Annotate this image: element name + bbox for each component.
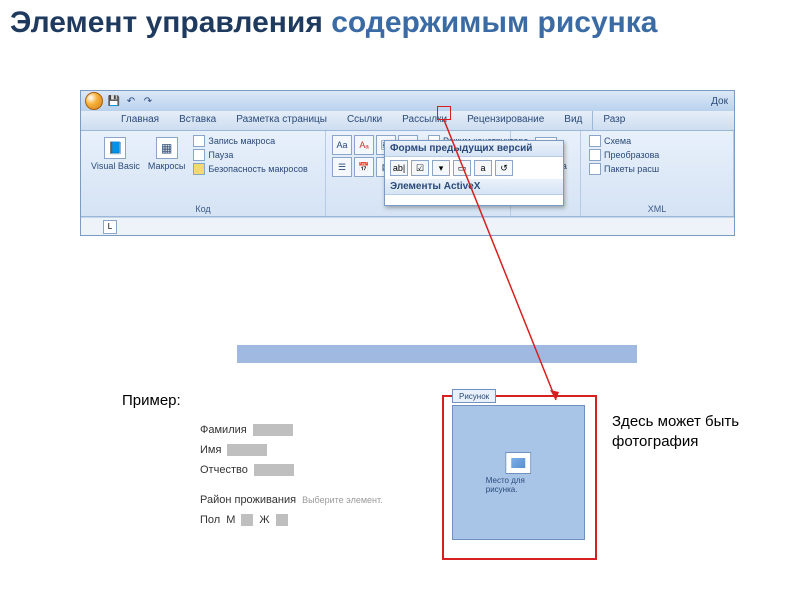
checkbox-male[interactable] (241, 514, 253, 526)
highlight-source-box (437, 106, 451, 120)
schema-button[interactable]: Схема (589, 135, 727, 147)
titlebar: 💾 ↶ ↷ Док (81, 91, 734, 111)
visual-basic-button[interactable]: 📘Visual Basic (87, 135, 144, 175)
tab-view[interactable]: Вид (554, 111, 592, 130)
title-plain: Элемент управления (10, 6, 331, 39)
label-region: Район проживания (200, 490, 296, 510)
decorative-bar (237, 345, 637, 363)
ribbon-tabs: Главная Вставка Разметка страницы Ссылки… (81, 111, 734, 131)
richtext-control-icon[interactable]: Aa (332, 135, 352, 155)
label-male: М (226, 510, 235, 530)
activex-row (385, 195, 563, 205)
label-name: Имя (200, 440, 221, 460)
row-surname: Фамилия (200, 420, 383, 440)
group-xml: Схема Преобразова Пакеты расш XML (581, 131, 734, 216)
row-gender: Пол М Ж (200, 510, 383, 530)
group-label-code: Код (81, 204, 325, 214)
tab-insert[interactable]: Вставка (169, 111, 226, 130)
tab-references[interactable]: Ссылки (337, 111, 392, 130)
macros-button[interactable]: ▦Макросы (144, 135, 190, 175)
tab-review[interactable]: Рецензирование (457, 111, 554, 130)
picture-placeholder[interactable]: Место для рисунка. (486, 452, 552, 494)
group-label-xml: XML (581, 204, 733, 214)
label-patronymic: Отчество (200, 460, 248, 480)
vb-icon: 📘 (104, 137, 126, 159)
tab-home[interactable]: Главная (111, 111, 169, 130)
textbox-form-icon[interactable]: ab| (390, 160, 408, 176)
legacy-forms-row: ab| ☑ ▾ ▭ a ↺ (385, 157, 563, 179)
record-icon (193, 135, 205, 147)
redo-icon[interactable]: ↷ (141, 94, 155, 108)
expansion-packs-button[interactable]: Пакеты расш (589, 163, 727, 175)
group-code: 📘Visual Basic ▦Макросы Запись макроса Па… (81, 131, 326, 216)
office-orb-icon[interactable] (85, 92, 103, 110)
pause-button[interactable]: Пауза (193, 149, 307, 161)
picture-content-control[interactable]: Рисунок Место для рисунка. (442, 395, 597, 560)
popup-legacy-title: Формы предыдущих версий (385, 141, 563, 157)
dropdown-form-icon[interactable]: ▾ (432, 160, 450, 176)
quick-access-toolbar: 💾 ↶ ↷ (107, 94, 155, 108)
ruler: L (81, 217, 734, 235)
record-macro-button[interactable]: Запись макроса (193, 135, 307, 147)
macros-icon: ▦ (156, 137, 178, 159)
tab-stop-icon[interactable]: L (103, 220, 117, 234)
packs-icon (589, 163, 601, 175)
save-icon[interactable]: 💾 (107, 94, 121, 108)
checkbox-form-icon[interactable]: ☑ (411, 160, 429, 176)
checkbox-female[interactable] (276, 514, 288, 526)
picture-control-body[interactable]: Место для рисунка. (452, 405, 585, 540)
tab-developer[interactable]: Разр (592, 111, 635, 130)
label-gender: Пол (200, 510, 220, 530)
warning-icon (193, 163, 205, 175)
doc-title: Док (711, 96, 728, 107)
shading-form-icon[interactable]: a (474, 160, 492, 176)
example-label: Пример: (122, 392, 181, 409)
annotation-text: Здесь может быть фотография (612, 412, 800, 452)
example-form: Фамилия Имя Отчество Район проживания Вы… (200, 420, 383, 530)
pause-icon (193, 149, 205, 161)
date-control-icon[interactable]: 📅 (354, 157, 374, 177)
picture-control-tab[interactable]: Рисунок (452, 389, 496, 403)
label-surname: Фамилия (200, 420, 247, 440)
legacy-tools-popup: Формы предыдущих версий ab| ☑ ▾ ▭ a ↺ Эл… (384, 140, 564, 206)
popup-activex-title: Элементы ActiveX (385, 179, 563, 195)
field-patronymic[interactable] (254, 464, 294, 476)
reset-form-icon[interactable]: ↺ (495, 160, 513, 176)
dropdown-control-icon[interactable]: ☰ (332, 157, 352, 177)
macro-security-button[interactable]: Безопасность макросов (193, 163, 307, 175)
image-icon (506, 452, 532, 474)
row-patronymic: Отчество (200, 460, 383, 480)
row-name: Имя (200, 440, 383, 460)
title-accent: содержимым рисунка (331, 6, 657, 39)
slide-title: Элемент управления содержимым рисунка (0, 0, 800, 42)
field-name[interactable] (227, 444, 267, 456)
label-female: Ж (259, 510, 269, 530)
undo-icon[interactable]: ↶ (124, 94, 138, 108)
transform-button[interactable]: Преобразова (589, 149, 727, 161)
field-surname[interactable] (253, 424, 293, 436)
tab-layout[interactable]: Разметка страницы (226, 111, 337, 130)
text-control-icon[interactable]: Aₐ (354, 135, 374, 155)
schema-icon (589, 135, 601, 147)
transform-icon (589, 149, 601, 161)
picture-placeholder-text: Место для рисунка. (486, 476, 552, 494)
frame-form-icon[interactable]: ▭ (453, 160, 471, 176)
region-placeholder[interactable]: Выберите элемент. (302, 490, 383, 510)
row-region: Район проживания Выберите элемент. (200, 490, 383, 510)
